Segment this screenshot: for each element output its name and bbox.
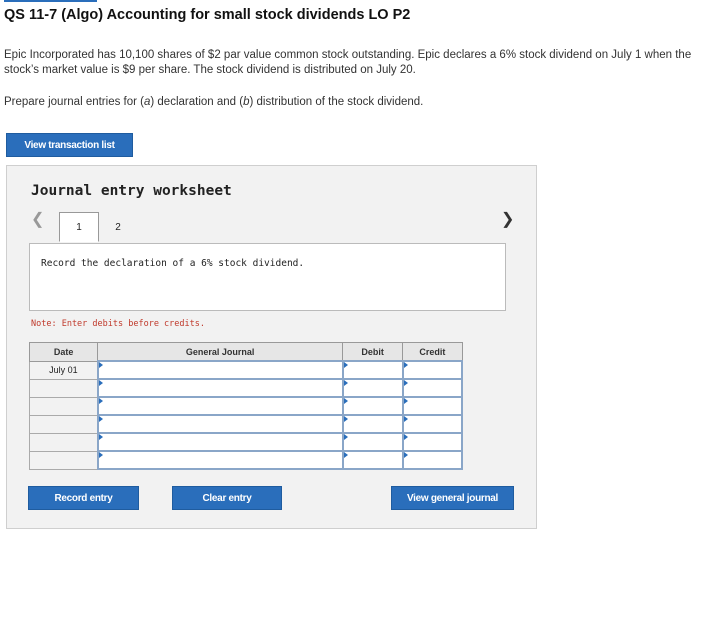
date-cell[interactable]	[28, 432, 99, 452]
account-cell[interactable]	[96, 414, 344, 434]
problem-text: Epic Incorporated has 10,100 shares of $…	[4, 49, 692, 76]
date-cell[interactable]	[28, 450, 99, 470]
credit-cell[interactable]	[401, 360, 464, 380]
tab-1[interactable]: 1	[59, 212, 99, 242]
credit-cell[interactable]	[401, 414, 464, 434]
dropdown-marker-icon	[343, 434, 348, 440]
journal-table: Date General Journal Debit Credit July 0…	[28, 342, 464, 470]
general-journal-header: General Journal	[97, 342, 344, 362]
view-general-journal-button[interactable]: View general journal	[391, 486, 514, 510]
date-cell[interactable]	[28, 396, 99, 416]
dropdown-marker-icon	[98, 434, 103, 440]
top-accent-bar	[4, 0, 97, 2]
page-title: QS 11-7 (Algo) Accounting for small stoc…	[4, 7, 411, 23]
dropdown-marker-icon	[98, 362, 103, 368]
debit-cell[interactable]	[341, 414, 404, 434]
dropdown-marker-icon	[98, 416, 103, 422]
debit-header: Debit	[342, 342, 404, 362]
record-entry-button[interactable]: Record entry	[28, 486, 139, 510]
dropdown-marker-icon	[98, 398, 103, 404]
credit-cell[interactable]	[401, 432, 464, 452]
table-row	[28, 396, 464, 416]
chevron-left-icon[interactable]: ❮	[31, 211, 44, 229]
dropdown-marker-icon	[98, 380, 103, 386]
table-row	[28, 450, 464, 470]
dropdown-marker-icon	[343, 398, 348, 404]
debit-cell[interactable]	[341, 378, 404, 398]
chevron-right-icon[interactable]: ❯	[501, 211, 514, 229]
dropdown-marker-icon	[343, 416, 348, 422]
debit-cell[interactable]	[341, 450, 404, 470]
dropdown-marker-icon	[343, 362, 348, 368]
note-text: Note: Enter debits before credits.	[31, 319, 205, 329]
dropdown-marker-icon	[403, 452, 408, 458]
clear-entry-button[interactable]: Clear entry	[172, 486, 282, 510]
credit-cell[interactable]	[401, 396, 464, 416]
account-cell[interactable]	[96, 450, 344, 470]
entry-description-box: Record the declaration of a 6% stock div…	[29, 243, 506, 311]
dropdown-marker-icon	[403, 398, 408, 404]
tab-2[interactable]: 2	[106, 212, 130, 242]
credit-header: Credit	[402, 342, 463, 362]
account-cell[interactable]	[96, 360, 344, 380]
debit-cell[interactable]	[341, 360, 404, 380]
table-row: July 01	[28, 360, 464, 380]
credit-cell[interactable]	[401, 378, 464, 398]
account-cell[interactable]	[96, 378, 344, 398]
account-cell[interactable]	[96, 396, 344, 416]
dropdown-marker-icon	[403, 380, 408, 386]
dropdown-marker-icon	[98, 452, 103, 458]
credit-cell[interactable]	[401, 450, 464, 470]
date-cell[interactable]	[28, 378, 99, 398]
table-row	[28, 414, 464, 434]
debit-cell[interactable]	[341, 396, 404, 416]
debit-cell[interactable]	[341, 432, 404, 452]
dropdown-marker-icon	[403, 362, 408, 368]
date-header: Date	[28, 342, 99, 362]
dropdown-marker-icon	[403, 416, 408, 422]
entry-description: Record the declaration of a 6% stock div…	[41, 258, 305, 269]
view-transaction-list-button[interactable]: View transaction list	[6, 133, 133, 157]
table-row	[28, 432, 464, 452]
worksheet-title: Journal entry worksheet	[31, 183, 232, 199]
dropdown-marker-icon	[343, 380, 348, 386]
journal-entry-worksheet-panel: Journal entry worksheet ❮ 1 2 ❯ Record t…	[6, 165, 537, 529]
date-cell[interactable]	[28, 414, 99, 434]
dropdown-marker-icon	[343, 452, 348, 458]
account-cell[interactable]	[96, 432, 344, 452]
table-row	[28, 378, 464, 398]
instructions-text: Prepare journal entries for (a) declarat…	[4, 96, 424, 108]
date-cell[interactable]: July 01	[28, 360, 99, 380]
dropdown-marker-icon	[403, 434, 408, 440]
